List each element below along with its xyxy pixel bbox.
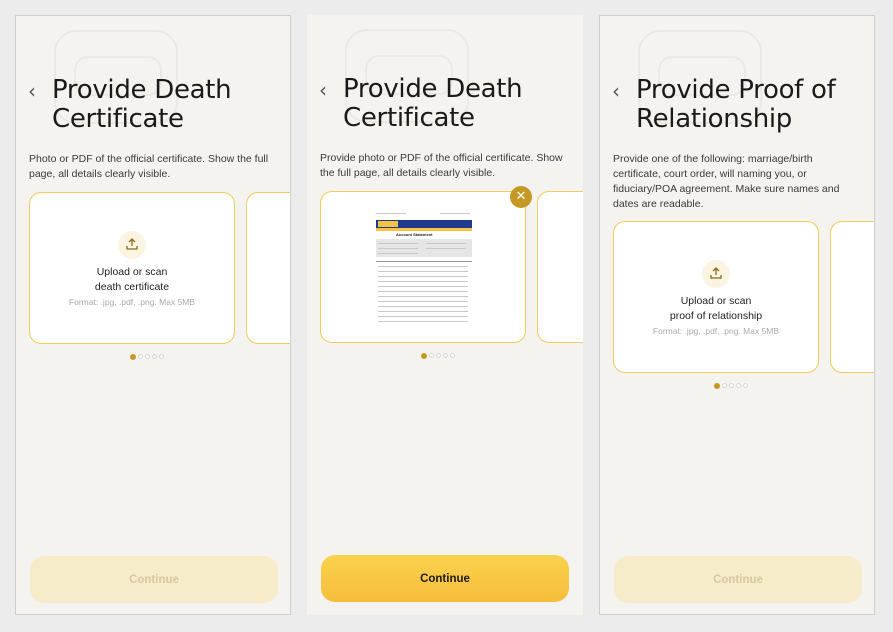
next-upload-card[interactable] xyxy=(830,221,874,373)
upload-label: Upload or scan death certificate xyxy=(30,265,234,295)
pagination-dot[interactable] xyxy=(714,383,720,389)
screen-death-certificate-empty: ‹ Provide Death Certificate Photo or PDF… xyxy=(15,15,291,615)
pagination-dot[interactable] xyxy=(138,354,143,359)
bank-logo xyxy=(378,221,398,227)
upload-label-line2: death certificate xyxy=(94,281,170,293)
close-icon: ✕ xyxy=(515,189,527,204)
page-description: Provide one of the following: marriage/b… xyxy=(613,153,840,210)
page-description: Provide photo or PDF of the official cer… xyxy=(320,152,563,179)
continue-button[interactable]: Continue xyxy=(614,556,862,603)
pagination-dots xyxy=(130,354,166,360)
upload-label: Upload or scan proof of relationship xyxy=(614,294,818,324)
page-title: Provide Death Certificate xyxy=(343,74,523,133)
pagination-dot[interactable] xyxy=(736,383,741,388)
pagination-dot[interactable] xyxy=(421,353,427,359)
pagination-dot[interactable] xyxy=(159,354,164,359)
next-upload-card[interactable] xyxy=(537,191,583,343)
screen-proof-of-relationship: ‹ Provide Proof of Relationship Provide … xyxy=(599,15,875,615)
upload-label-line1: Upload or scan xyxy=(96,266,168,278)
pagination-dot[interactable] xyxy=(152,354,157,359)
continue-button[interactable]: Continue xyxy=(30,556,278,603)
pagination-dot[interactable] xyxy=(443,353,448,358)
document-thumbnail: Account Statement xyxy=(376,210,472,328)
screen-death-certificate-uploaded: ‹ Provide Death Certificate Provide phot… xyxy=(307,15,583,615)
continue-button[interactable]: Continue xyxy=(321,555,569,602)
page-description: Photo or PDF of the official certificate… xyxy=(29,153,269,180)
pagination-dot[interactable] xyxy=(450,353,455,358)
pagination-dots xyxy=(714,383,750,389)
page-title: Provide Death Certificate xyxy=(52,75,232,134)
pagination-dot[interactable] xyxy=(436,353,441,358)
back-chevron-icon[interactable]: ‹ xyxy=(28,81,36,101)
uploaded-document-card[interactable]: Account Statement xyxy=(320,191,526,343)
upload-label-line1: Upload or scan xyxy=(680,295,752,307)
upload-icon xyxy=(118,231,146,259)
next-upload-card[interactable] xyxy=(246,192,290,344)
pagination-dot[interactable] xyxy=(722,383,727,388)
upload-card[interactable]: Upload or scan death certificate Format:… xyxy=(29,192,235,344)
pagination-dot[interactable] xyxy=(145,354,150,359)
pagination-dots xyxy=(421,353,457,359)
pagination-dot[interactable] xyxy=(729,383,734,388)
document-heading: Account Statement xyxy=(396,232,433,237)
back-chevron-icon[interactable]: ‹ xyxy=(612,81,620,101)
page-title: Provide Proof of Relationship xyxy=(636,75,836,134)
format-hint: Format: .jpg, .pdf, .png. Max 5MB xyxy=(68,297,196,307)
back-chevron-icon[interactable]: ‹ xyxy=(319,80,327,100)
format-hint: Format: .jpg, .pdf, .png. Max 5MB xyxy=(652,326,780,336)
upload-icon xyxy=(702,260,730,288)
upload-label-line2: proof of relationship xyxy=(669,310,763,322)
pagination-dot[interactable] xyxy=(429,353,434,358)
upload-card[interactable]: Upload or scan proof of relationship For… xyxy=(613,221,819,373)
pagination-dot[interactable] xyxy=(130,354,136,360)
pagination-dot[interactable] xyxy=(743,383,748,388)
remove-file-button[interactable]: ✕ xyxy=(510,186,532,208)
